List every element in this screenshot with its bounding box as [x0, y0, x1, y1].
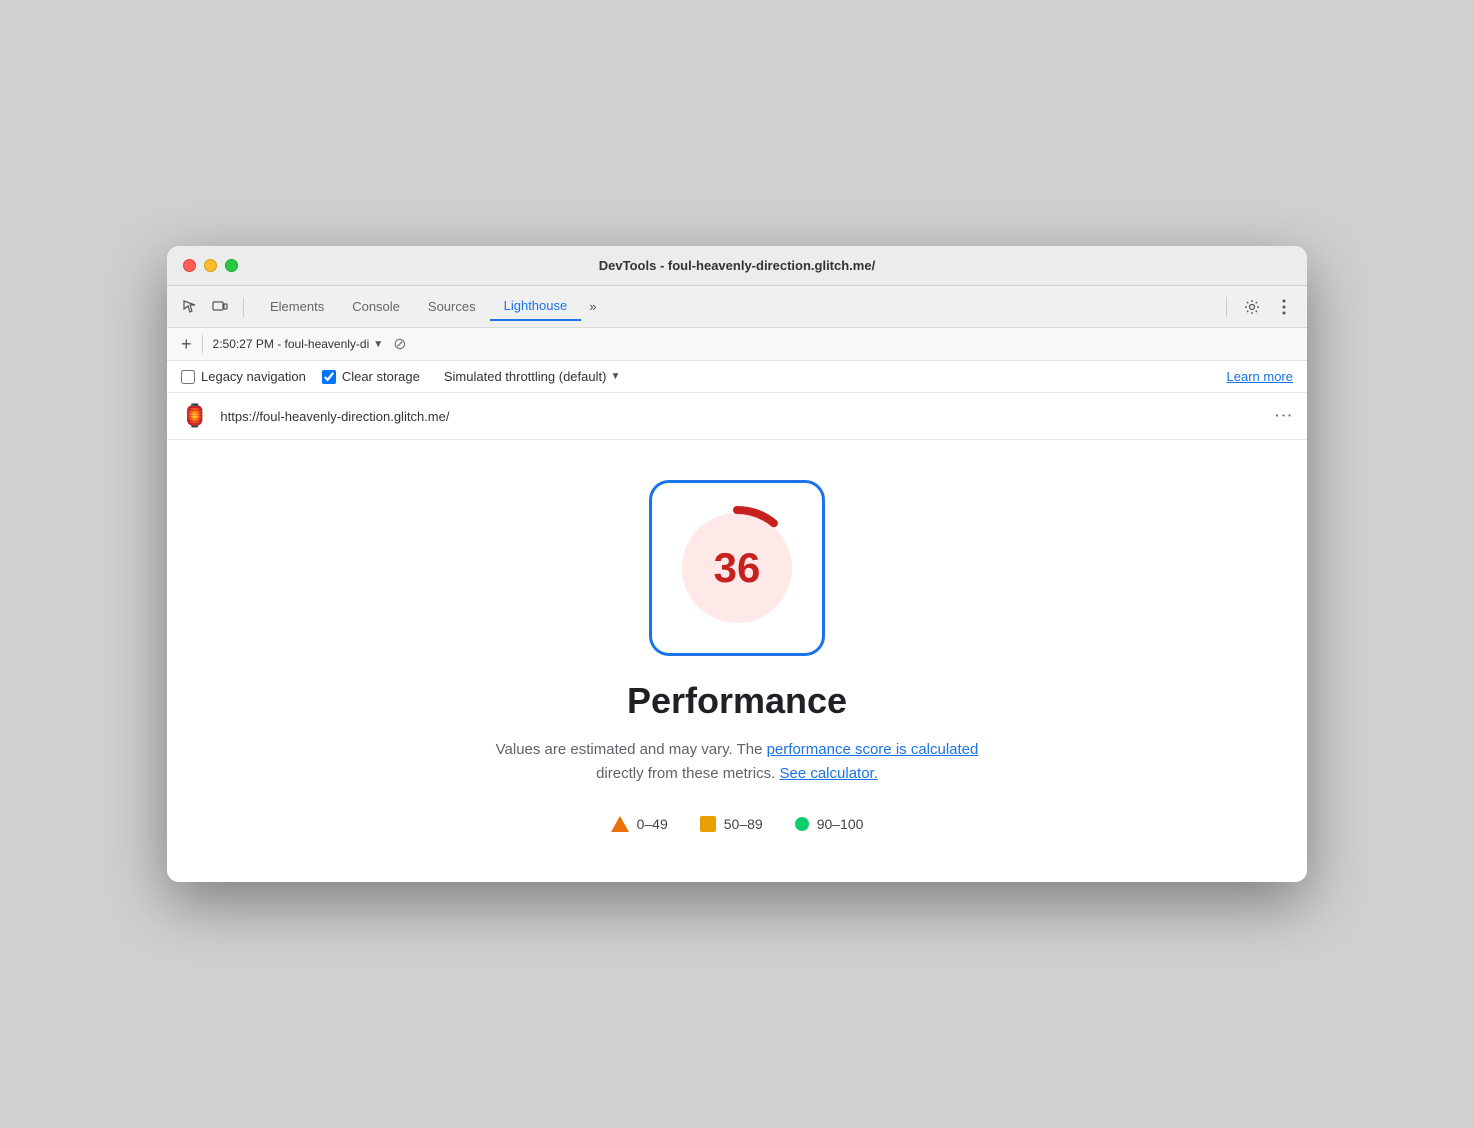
- pass-range: 90–100: [817, 816, 864, 832]
- settings-icon[interactable]: [1241, 296, 1263, 318]
- inspect-icon[interactable]: [179, 296, 201, 318]
- more-options-icon[interactable]: [1273, 296, 1295, 318]
- calculator-link[interactable]: See calculator.: [779, 765, 877, 782]
- tab-bar: Elements Console Sources Lighthouse »: [256, 292, 604, 321]
- add-button[interactable]: +: [181, 335, 192, 353]
- timestamp-text: 2:50:27 PM - foul-heavenly-di: [213, 337, 370, 351]
- description-text: Values are estimated and may vary. The: [496, 741, 767, 758]
- tab-elements[interactable]: Elements: [256, 293, 338, 320]
- url-text: https://foul-heavenly-direction.glitch.m…: [220, 409, 1261, 424]
- legacy-nav-input[interactable]: [181, 370, 195, 384]
- score-gauge-container: 36: [649, 480, 825, 656]
- gauge-inner: 36: [667, 498, 807, 638]
- tab-console[interactable]: Console: [338, 293, 414, 320]
- tab-sources[interactable]: Sources: [414, 293, 490, 320]
- legend-average: 50–89: [700, 816, 763, 832]
- performance-score-link[interactable]: performance score is calculated: [767, 741, 979, 758]
- score-number: 36: [714, 544, 761, 592]
- legacy-navigation-checkbox[interactable]: Legacy navigation: [181, 369, 306, 384]
- performance-description: Values are estimated and may vary. The p…: [496, 738, 979, 786]
- url-bar: 🏮 https://foul-heavenly-direction.glitch…: [167, 393, 1307, 440]
- block-icon[interactable]: ⊘: [393, 334, 406, 354]
- device-icon[interactable]: [209, 296, 231, 318]
- main-content: 36 Performance Values are estimated and …: [167, 440, 1307, 882]
- lighthouse-favicon: 🏮: [181, 403, 208, 429]
- legend-fail: 0–49: [611, 816, 668, 832]
- legend-pass: 90–100: [795, 816, 864, 832]
- clear-storage-input[interactable]: [322, 370, 336, 384]
- options-bar: Legacy navigation Clear storage Simulate…: [167, 361, 1307, 393]
- score-legend: 0–49 50–89 90–100: [611, 816, 864, 832]
- toolbar-divider-1: [243, 297, 244, 317]
- main-toolbar: Elements Console Sources Lighthouse »: [167, 286, 1307, 328]
- timestamp-dropdown[interactable]: 2:50:27 PM - foul-heavenly-di ▼: [213, 337, 384, 351]
- throttling-chevron-icon: ▼: [610, 371, 620, 382]
- tab-lighthouse[interactable]: Lighthouse: [490, 292, 582, 321]
- minimize-button[interactable]: [204, 259, 217, 272]
- description-mid: directly from these metrics.: [596, 765, 779, 782]
- maximize-button[interactable]: [225, 259, 238, 272]
- fail-icon: [611, 816, 629, 832]
- more-tabs-button[interactable]: »: [581, 295, 604, 318]
- secondary-toolbar: + 2:50:27 PM - foul-heavenly-di ▼ ⊘: [167, 328, 1307, 361]
- chevron-down-icon: ▼: [373, 339, 383, 350]
- secondary-divider: [202, 335, 203, 353]
- throttling-dropdown[interactable]: Simulated throttling (default) ▼: [444, 369, 621, 384]
- legacy-nav-label: Legacy navigation: [201, 369, 306, 384]
- learn-more-link[interactable]: Learn more: [1227, 369, 1293, 384]
- window-title: DevTools - foul-heavenly-direction.glitc…: [599, 258, 875, 273]
- title-bar: DevTools - foul-heavenly-direction.glitc…: [167, 246, 1307, 286]
- average-range: 50–89: [724, 816, 763, 832]
- throttling-label: Simulated throttling (default): [444, 369, 607, 384]
- clear-storage-checkbox[interactable]: Clear storage: [322, 369, 420, 384]
- clear-storage-label: Clear storage: [342, 369, 420, 384]
- close-button[interactable]: [183, 259, 196, 272]
- traffic-lights: [183, 259, 238, 272]
- score-gauge: 36: [649, 480, 825, 656]
- pass-icon: [795, 817, 809, 831]
- performance-title: Performance: [627, 680, 847, 722]
- devtools-window: DevTools - foul-heavenly-direction.glitc…: [167, 246, 1307, 882]
- toolbar-divider-2: [1226, 297, 1227, 317]
- fail-range: 0–49: [637, 816, 668, 832]
- toolbar-right: [1222, 296, 1295, 318]
- url-more-options-icon[interactable]: ⋮: [1273, 406, 1294, 426]
- average-icon: [700, 816, 716, 832]
